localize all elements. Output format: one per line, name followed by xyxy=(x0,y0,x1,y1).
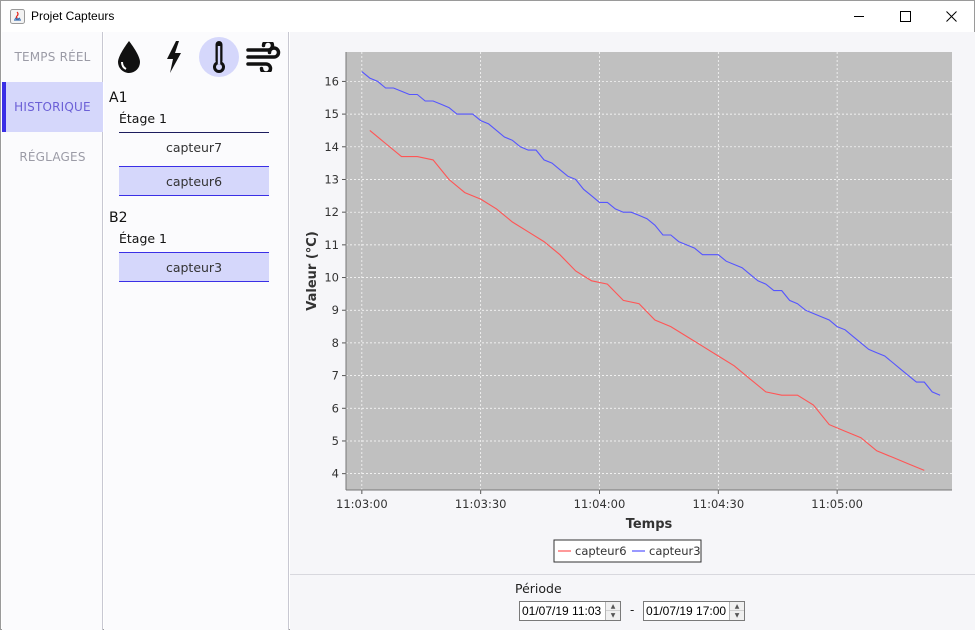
app-window: Projet Capteurs TEMPS RÉEL HISTORIQUE RÉ… xyxy=(0,0,975,630)
nav-item-reglages[interactable]: RÉGLAGES xyxy=(2,132,103,182)
y-tick-label: 9 xyxy=(332,303,339,317)
line-chart: 4 5 6 7 8 9 10 11 12 13 14 15 16 11:03:00 11:03:30 11:0… xyxy=(305,52,952,563)
power-lightning-icon xyxy=(167,41,181,73)
start-date-value: 01/07/19 11:03 xyxy=(522,604,602,618)
x-tick-label: 11:04:30 xyxy=(692,497,744,511)
window-title: Projet Capteurs xyxy=(31,9,115,23)
group-label-a1: A1 xyxy=(109,90,128,106)
minimize-button[interactable] xyxy=(836,1,882,32)
spin-down-icon[interactable]: ▼ xyxy=(730,611,744,620)
y-tick-label: 11 xyxy=(324,238,339,252)
humidity-drop-icon xyxy=(118,41,140,73)
close-icon xyxy=(945,11,957,22)
group-label-b2: B2 xyxy=(109,210,128,226)
y-tick-label: 7 xyxy=(332,369,339,383)
end-date-value: 01/07/19 17:00 xyxy=(646,604,727,618)
end-date-spinner[interactable]: 01/07/19 17:00 ▲ ▼ xyxy=(643,601,745,621)
y-tick-label: 4 xyxy=(332,467,339,481)
y-tick-label: 10 xyxy=(324,271,339,285)
spin-up-icon[interactable]: ▲ xyxy=(730,602,744,611)
nav-item-temps-reel[interactable]: TEMPS RÉEL xyxy=(2,32,103,82)
title-bar[interactable]: Projet Capteurs xyxy=(1,1,974,32)
sensor-panel: A1 Étage 1 capteur7 capteur6 B2 Étage 1 … xyxy=(104,32,289,630)
sensor-item-capteur3[interactable]: capteur3 xyxy=(119,252,269,282)
y-tick-label: 6 xyxy=(332,401,339,415)
history-chart: 4 5 6 7 8 9 10 11 12 13 14 15 16 11:03:00 11:03:30 11:0… xyxy=(290,32,975,574)
maximize-button[interactable] xyxy=(882,1,928,32)
power-button[interactable] xyxy=(154,37,194,77)
start-date-spin-buttons[interactable]: ▲ ▼ xyxy=(605,602,620,620)
sensor-item-capteur7[interactable]: capteur7 xyxy=(119,132,269,162)
minimize-icon xyxy=(853,16,864,17)
y-axis-title: Valeur (°C) xyxy=(305,231,320,311)
legend-label-capteur3: capteur3 xyxy=(649,544,701,558)
period-label: Période xyxy=(515,581,562,596)
temperature-button[interactable] xyxy=(199,37,239,77)
floor-label: Étage 1 xyxy=(119,111,168,126)
x-tick-label: 11:03:00 xyxy=(336,497,388,511)
y-tick-label: 5 xyxy=(332,434,339,448)
x-axis-title: Temps xyxy=(626,517,673,532)
chart-legend: capteur6 capteur3 xyxy=(553,539,702,563)
y-tick-label: 13 xyxy=(324,172,339,186)
y-tick-label: 12 xyxy=(324,205,339,219)
sensor-item-capteur6[interactable]: capteur6 xyxy=(119,166,269,196)
period-selector: Période 01/07/19 11:03 ▲ ▼ - 01/07/19 17… xyxy=(290,574,975,630)
close-button[interactable] xyxy=(928,1,974,32)
temperature-thermometer-icon xyxy=(213,41,225,73)
period-separator: - xyxy=(630,603,635,617)
wind-airflow-icon xyxy=(246,42,281,72)
x-tick-label: 11:04:00 xyxy=(574,497,626,511)
nav-item-historique[interactable]: HISTORIQUE xyxy=(2,82,103,132)
spin-up-icon[interactable]: ▲ xyxy=(606,602,620,611)
x-tick-label: 11:05:00 xyxy=(811,497,863,511)
humidity-button[interactable] xyxy=(109,37,149,77)
y-tick-label: 16 xyxy=(324,74,339,88)
java-app-icon xyxy=(10,9,25,24)
legend-label-capteur6: capteur6 xyxy=(575,544,627,558)
y-tick-label: 8 xyxy=(332,336,339,350)
spin-down-icon[interactable]: ▼ xyxy=(606,611,620,620)
wind-button[interactable] xyxy=(244,37,284,77)
x-tick-label: 11:03:30 xyxy=(455,497,507,511)
y-tick-label: 15 xyxy=(324,107,339,121)
maximize-icon xyxy=(899,11,911,22)
plot-background xyxy=(346,52,952,490)
floor-label: Étage 1 xyxy=(119,231,168,246)
main-navigation: TEMPS RÉEL HISTORIQUE RÉGLAGES xyxy=(2,32,103,630)
end-date-spin-buttons[interactable]: ▲ ▼ xyxy=(729,602,744,620)
y-tick-label: 14 xyxy=(324,140,339,154)
start-date-spinner[interactable]: 01/07/19 11:03 ▲ ▼ xyxy=(519,601,621,621)
